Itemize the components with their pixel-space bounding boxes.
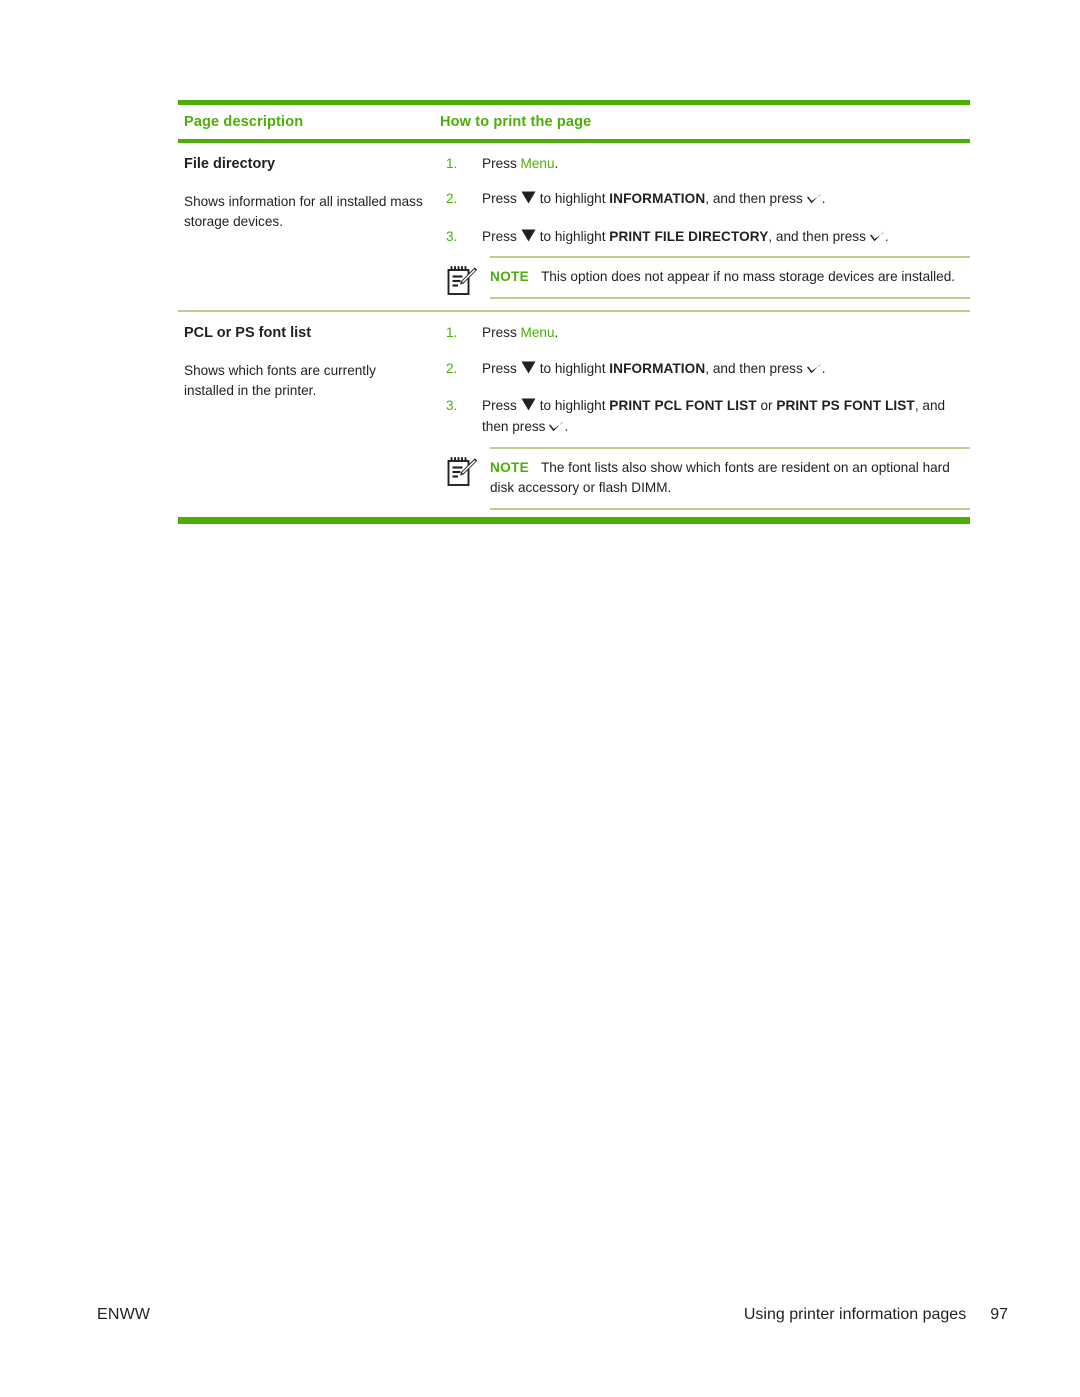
row-title: File directory <box>184 156 276 172</box>
footer-locale-code: ENWW <box>97 1306 151 1323</box>
step-number: 3. <box>446 228 458 244</box>
step-number: 1. <box>446 325 458 341</box>
step-number: 1. <box>446 156 458 171</box>
note-body: NOTE The font lists also show which fonts… <box>490 446 970 510</box>
step-text: Press to highlight PRINT FILE DIRECTORY, … <box>482 229 889 244</box>
list-item: 3. Press to highlight PRINT PCL FONT LIST… <box>440 396 970 440</box>
table-header-row: Page description How to print the page <box>178 105 970 139</box>
note-label: NOTE <box>490 459 529 475</box>
page-footer: ENWW Using printer information pages 97 <box>0 1306 1080 1336</box>
column-header-page-description: Page description <box>184 114 304 130</box>
check-mark-icon <box>548 419 564 439</box>
list-item: 2. Press to highlight INFORMATION, and th… <box>440 359 970 381</box>
menu-option: INFORMATION <box>609 360 706 376</box>
step-text: Press Menu. <box>482 156 559 171</box>
step-text: Press to highlight INFORMATION, and then … <box>482 191 826 206</box>
menu-option: PRINT PCL FONT LIST <box>609 397 757 413</box>
step-number: 2. <box>446 360 458 376</box>
footer-section-title: Using printer information pages <box>743 1306 967 1323</box>
menu-keyword: Menu <box>520 325 555 341</box>
check-mark-icon <box>869 229 885 249</box>
cell-page-description: File directory Shows information for all… <box>178 143 440 246</box>
row-description: Shows which fonts are currently installe… <box>184 362 376 398</box>
menu-option: PRINT FILE DIRECTORY <box>609 228 769 244</box>
down-arrow-icon <box>521 360 536 380</box>
note-text: The font lists also show which fonts are… <box>490 459 950 496</box>
document-page: Page description How to print the page F… <box>0 0 1080 1397</box>
list-item: 1. Press Menu. <box>440 323 970 343</box>
cell-page-description: PCL or PS font list Shows which fonts ar… <box>178 312 440 415</box>
row-description: Shows information for all installed mass… <box>184 193 423 229</box>
column-header-how-to-print: How to print the page <box>440 114 592 130</box>
check-mark-icon <box>806 361 822 381</box>
list-item: 3. Press to highlight PRINT FILE DIRECTOR… <box>440 227 970 249</box>
note-label: NOTE <box>490 269 529 285</box>
check-mark-icon <box>806 191 822 211</box>
step-text: Press to highlight INFORMATION, and then … <box>482 361 826 376</box>
down-arrow-icon <box>521 228 536 248</box>
down-arrow-icon <box>521 190 536 210</box>
note-callout: NOTE The font lists also show which fonts… <box>440 446 970 510</box>
menu-keyword: Menu <box>520 156 555 171</box>
step-number: 3. <box>446 397 458 413</box>
cell-how-to-print: 1. Press Menu. 2. Press to highlight INFO… <box>440 143 970 310</box>
table-row: File directory Shows information for all… <box>178 143 970 310</box>
row-title: PCL or PS font list <box>184 325 312 342</box>
step-number: 2. <box>446 191 458 207</box>
step-text: Press Menu. <box>482 325 559 341</box>
note-text: This option does not appear if no mass s… <box>540 269 956 285</box>
list-item: 1. Press Menu. <box>440 154 970 174</box>
steps-list: 1. Press Menu. 2. Press to highlight INFO… <box>440 154 970 249</box>
page-number: 97 <box>990 1306 1008 1323</box>
step-text: Press to highlight PRINT PCL FONT LIST or… <box>482 398 945 434</box>
note-body: NOTE This option does not appear if no ma… <box>490 256 970 299</box>
table-row: PCL or PS font list Shows which fonts ar… <box>178 312 970 515</box>
cell-how-to-print: 1. Press Menu. 2. Press to highlight INFO… <box>440 312 970 515</box>
table-bottom-rule <box>178 516 970 524</box>
note-icon <box>440 447 490 495</box>
note-icon <box>440 256 490 304</box>
down-arrow-icon <box>521 397 536 417</box>
list-item: 2. Press to highlight INFORMATION, and th… <box>440 189 970 211</box>
menu-option: INFORMATION <box>609 191 706 207</box>
menu-option-alt: PRINT PS FONT LIST <box>776 397 915 413</box>
note-callout: NOTE This option does not appear if no ma… <box>440 256 970 304</box>
information-pages-table: Page description How to print the page F… <box>178 100 970 524</box>
steps-list: 1. Press Menu. 2. Press to highlight INFO… <box>440 323 970 440</box>
footer-section-and-page: Using printer information pages 97 <box>744 1306 1008 1324</box>
